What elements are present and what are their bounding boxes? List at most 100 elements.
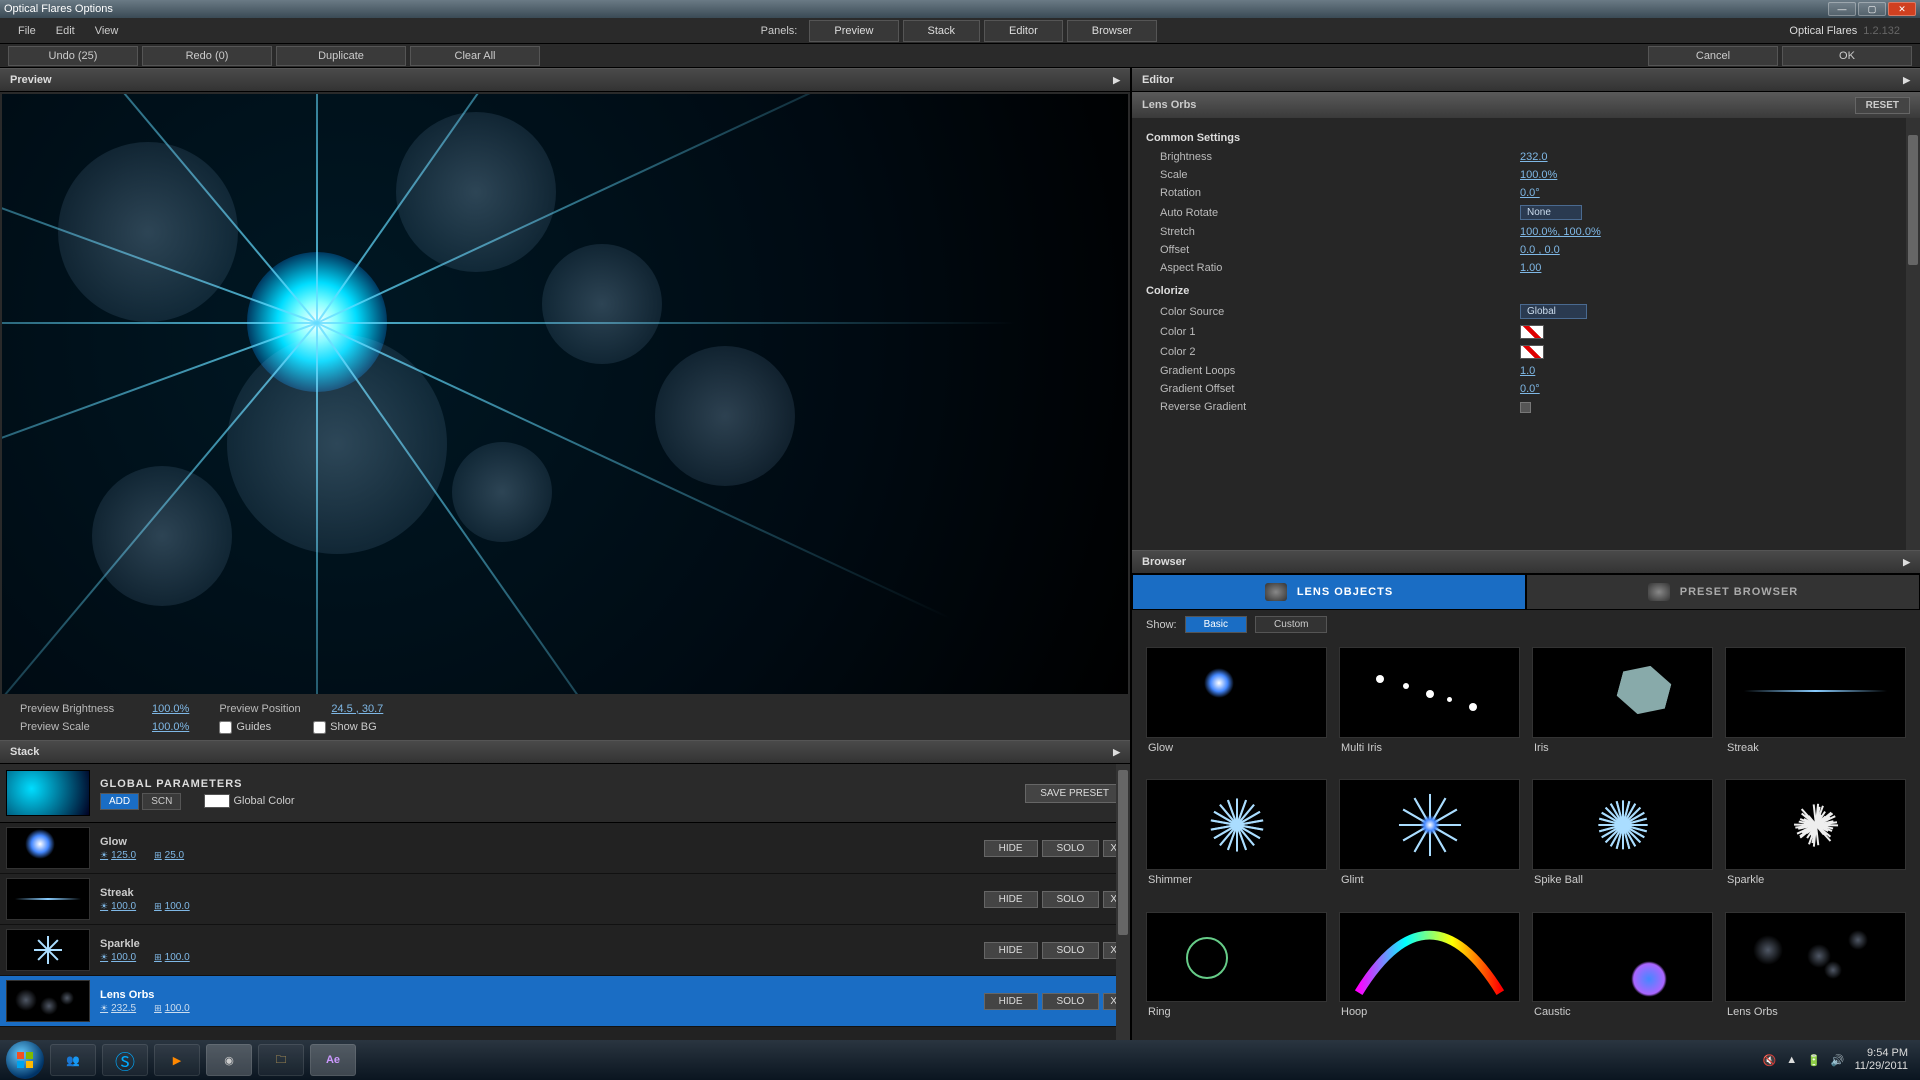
stretch-value[interactable]: 100.0%, 100.0%: [1520, 226, 1601, 238]
revgrad-checkbox[interactable]: [1520, 402, 1531, 413]
preset-browser-tab[interactable]: PRESET BROWSER: [1526, 574, 1920, 610]
stack-item[interactable]: Sparkle ☀100.0 ⊞100.0 HIDE SOLO X: [0, 925, 1130, 976]
clear-all-button[interactable]: Clear All: [410, 46, 540, 66]
solo-button[interactable]: SOLO: [1042, 993, 1100, 1010]
preview-scale-value[interactable]: 100.0%: [152, 721, 189, 733]
editor-scrollbar[interactable]: [1906, 118, 1920, 550]
window-close-button[interactable]: ✕: [1888, 2, 1916, 16]
hide-button[interactable]: HIDE: [984, 942, 1038, 959]
stack-item-scale[interactable]: ⊞100.0: [154, 901, 190, 912]
panel-tab-editor[interactable]: Editor: [984, 20, 1063, 42]
rotation-value[interactable]: 0.0°: [1520, 187, 1540, 199]
window-minimize-button[interactable]: —: [1828, 2, 1856, 16]
add-button[interactable]: ADD: [100, 793, 139, 810]
stack-item-thumbnail[interactable]: [6, 980, 90, 1022]
browser-item[interactable]: Lens Orbs: [1725, 912, 1906, 1032]
stack-item-brightness[interactable]: ☀100.0: [100, 952, 136, 963]
stack-item-thumbnail[interactable]: [6, 878, 90, 920]
guides-checkbox[interactable]: [219, 721, 232, 734]
cancel-button[interactable]: Cancel: [1648, 46, 1778, 66]
stack-item-brightness[interactable]: ☀232.5: [100, 1003, 136, 1014]
taskbar-app-ae[interactable]: Ae: [310, 1044, 356, 1076]
colorsource-select[interactable]: Global: [1520, 304, 1587, 319]
showbg-checkbox[interactable]: [313, 721, 326, 734]
browser-item[interactable]: Caustic: [1532, 912, 1713, 1032]
stack-item[interactable]: Glow ☀125.0 ⊞25.0 HIDE SOLO X: [0, 823, 1130, 874]
menu-view[interactable]: View: [85, 21, 129, 41]
solo-button[interactable]: SOLO: [1042, 942, 1100, 959]
browser-item[interactable]: Shimmer: [1146, 779, 1327, 899]
autorotate-select[interactable]: None: [1520, 205, 1582, 220]
redo-button[interactable]: Redo (0): [142, 46, 272, 66]
stack-item-thumbnail[interactable]: [6, 827, 90, 869]
browser-item[interactable]: Sparkle: [1725, 779, 1906, 899]
save-preset-button[interactable]: SAVE PRESET: [1025, 784, 1124, 803]
reset-button[interactable]: RESET: [1855, 97, 1910, 114]
hide-button[interactable]: HIDE: [984, 891, 1038, 908]
browser-item[interactable]: Glow: [1146, 647, 1327, 767]
stack-item-scale[interactable]: ⊞25.0: [154, 850, 184, 861]
taskbar-app-chrome[interactable]: ◉: [206, 1044, 252, 1076]
taskbar-app-1[interactable]: 👥: [50, 1044, 96, 1076]
solo-button[interactable]: SOLO: [1042, 840, 1100, 857]
stack-item-scale[interactable]: ⊞100.0: [154, 952, 190, 963]
stack-item-scale[interactable]: ⊞100.0: [154, 1003, 190, 1014]
start-button[interactable]: [6, 1041, 44, 1079]
hide-button[interactable]: HIDE: [984, 840, 1038, 857]
aspect-value[interactable]: 1.00: [1520, 262, 1541, 274]
tray-icon-1[interactable]: 🔇: [1763, 1054, 1777, 1067]
browser-item[interactable]: Ring: [1146, 912, 1327, 1032]
tray-icon-3[interactable]: 🔋: [1807, 1054, 1821, 1067]
browser-item[interactable]: Streak: [1725, 647, 1906, 767]
menu-file[interactable]: File: [8, 21, 46, 41]
preview-position-value[interactable]: 24.5 , 30.7: [331, 703, 383, 715]
taskbar-app-media[interactable]: ▶: [154, 1044, 200, 1076]
global-color-swatch[interactable]: [204, 794, 230, 808]
preview-brightness-value[interactable]: 100.0%: [152, 703, 189, 715]
tray-clock[interactable]: 9:54 PM 11/29/2011: [1855, 1047, 1908, 1073]
browser-item-thumbnail: [1339, 912, 1520, 1003]
undo-button[interactable]: Undo (25): [8, 46, 138, 66]
panel-tab-browser[interactable]: Browser: [1067, 20, 1157, 42]
brightness-value[interactable]: 232.0: [1520, 151, 1548, 163]
taskbar-app-explorer[interactable]: 🗀: [258, 1044, 304, 1076]
panel-tab-preview[interactable]: Preview: [809, 20, 898, 42]
tray-icon-2[interactable]: ▲: [1786, 1054, 1797, 1066]
scale-value[interactable]: 100.0%: [1520, 169, 1557, 181]
tray-icon-4[interactable]: 🔊: [1831, 1054, 1845, 1067]
browser-item[interactable]: Multi Iris: [1339, 647, 1520, 767]
browser-item[interactable]: Spike Ball: [1532, 779, 1713, 899]
stack-collapse-icon[interactable]: ▶: [1113, 747, 1120, 758]
stack-scrollbar[interactable]: [1116, 764, 1130, 1040]
duplicate-button[interactable]: Duplicate: [276, 46, 406, 66]
lens-objects-tab[interactable]: LENS OBJECTS: [1132, 574, 1526, 610]
color2-swatch[interactable]: [1520, 345, 1544, 359]
gradloops-value[interactable]: 1.0: [1520, 365, 1535, 377]
browser-collapse-icon[interactable]: ▶: [1903, 557, 1910, 568]
custom-filter-button[interactable]: Custom: [1255, 616, 1327, 633]
stack-item-brightness[interactable]: ☀100.0: [100, 901, 136, 912]
offset-value[interactable]: 0.0 , 0.0: [1520, 244, 1560, 256]
menu-edit[interactable]: Edit: [46, 21, 85, 41]
taskbar-app-skype[interactable]: Ⓢ: [102, 1044, 148, 1076]
panel-tab-stack[interactable]: Stack: [903, 20, 981, 42]
browser-item[interactable]: Iris: [1532, 647, 1713, 767]
editor-collapse-icon[interactable]: ▶: [1903, 75, 1910, 86]
stack-item-brightness[interactable]: ☀125.0: [100, 850, 136, 861]
preview-collapse-icon[interactable]: ▶: [1113, 75, 1120, 86]
scn-button[interactable]: SCN: [142, 793, 181, 810]
preview-canvas[interactable]: [2, 94, 1128, 694]
global-thumbnail[interactable]: [6, 770, 90, 816]
stack-item-thumbnail[interactable]: [6, 929, 90, 971]
browser-item[interactable]: Glint: [1339, 779, 1520, 899]
hide-button[interactable]: HIDE: [984, 993, 1038, 1010]
basic-filter-button[interactable]: Basic: [1185, 616, 1247, 633]
solo-button[interactable]: SOLO: [1042, 891, 1100, 908]
stack-item[interactable]: Streak ☀100.0 ⊞100.0 HIDE SOLO X: [0, 874, 1130, 925]
stack-item[interactable]: Lens Orbs ☀232.5 ⊞100.0 HIDE SOLO X: [0, 976, 1130, 1027]
color1-swatch[interactable]: [1520, 325, 1544, 339]
gradoffset-value[interactable]: 0.0°: [1520, 383, 1540, 395]
window-maximize-button[interactable]: ▢: [1858, 2, 1886, 16]
browser-item[interactable]: Hoop: [1339, 912, 1520, 1032]
ok-button[interactable]: OK: [1782, 46, 1912, 66]
